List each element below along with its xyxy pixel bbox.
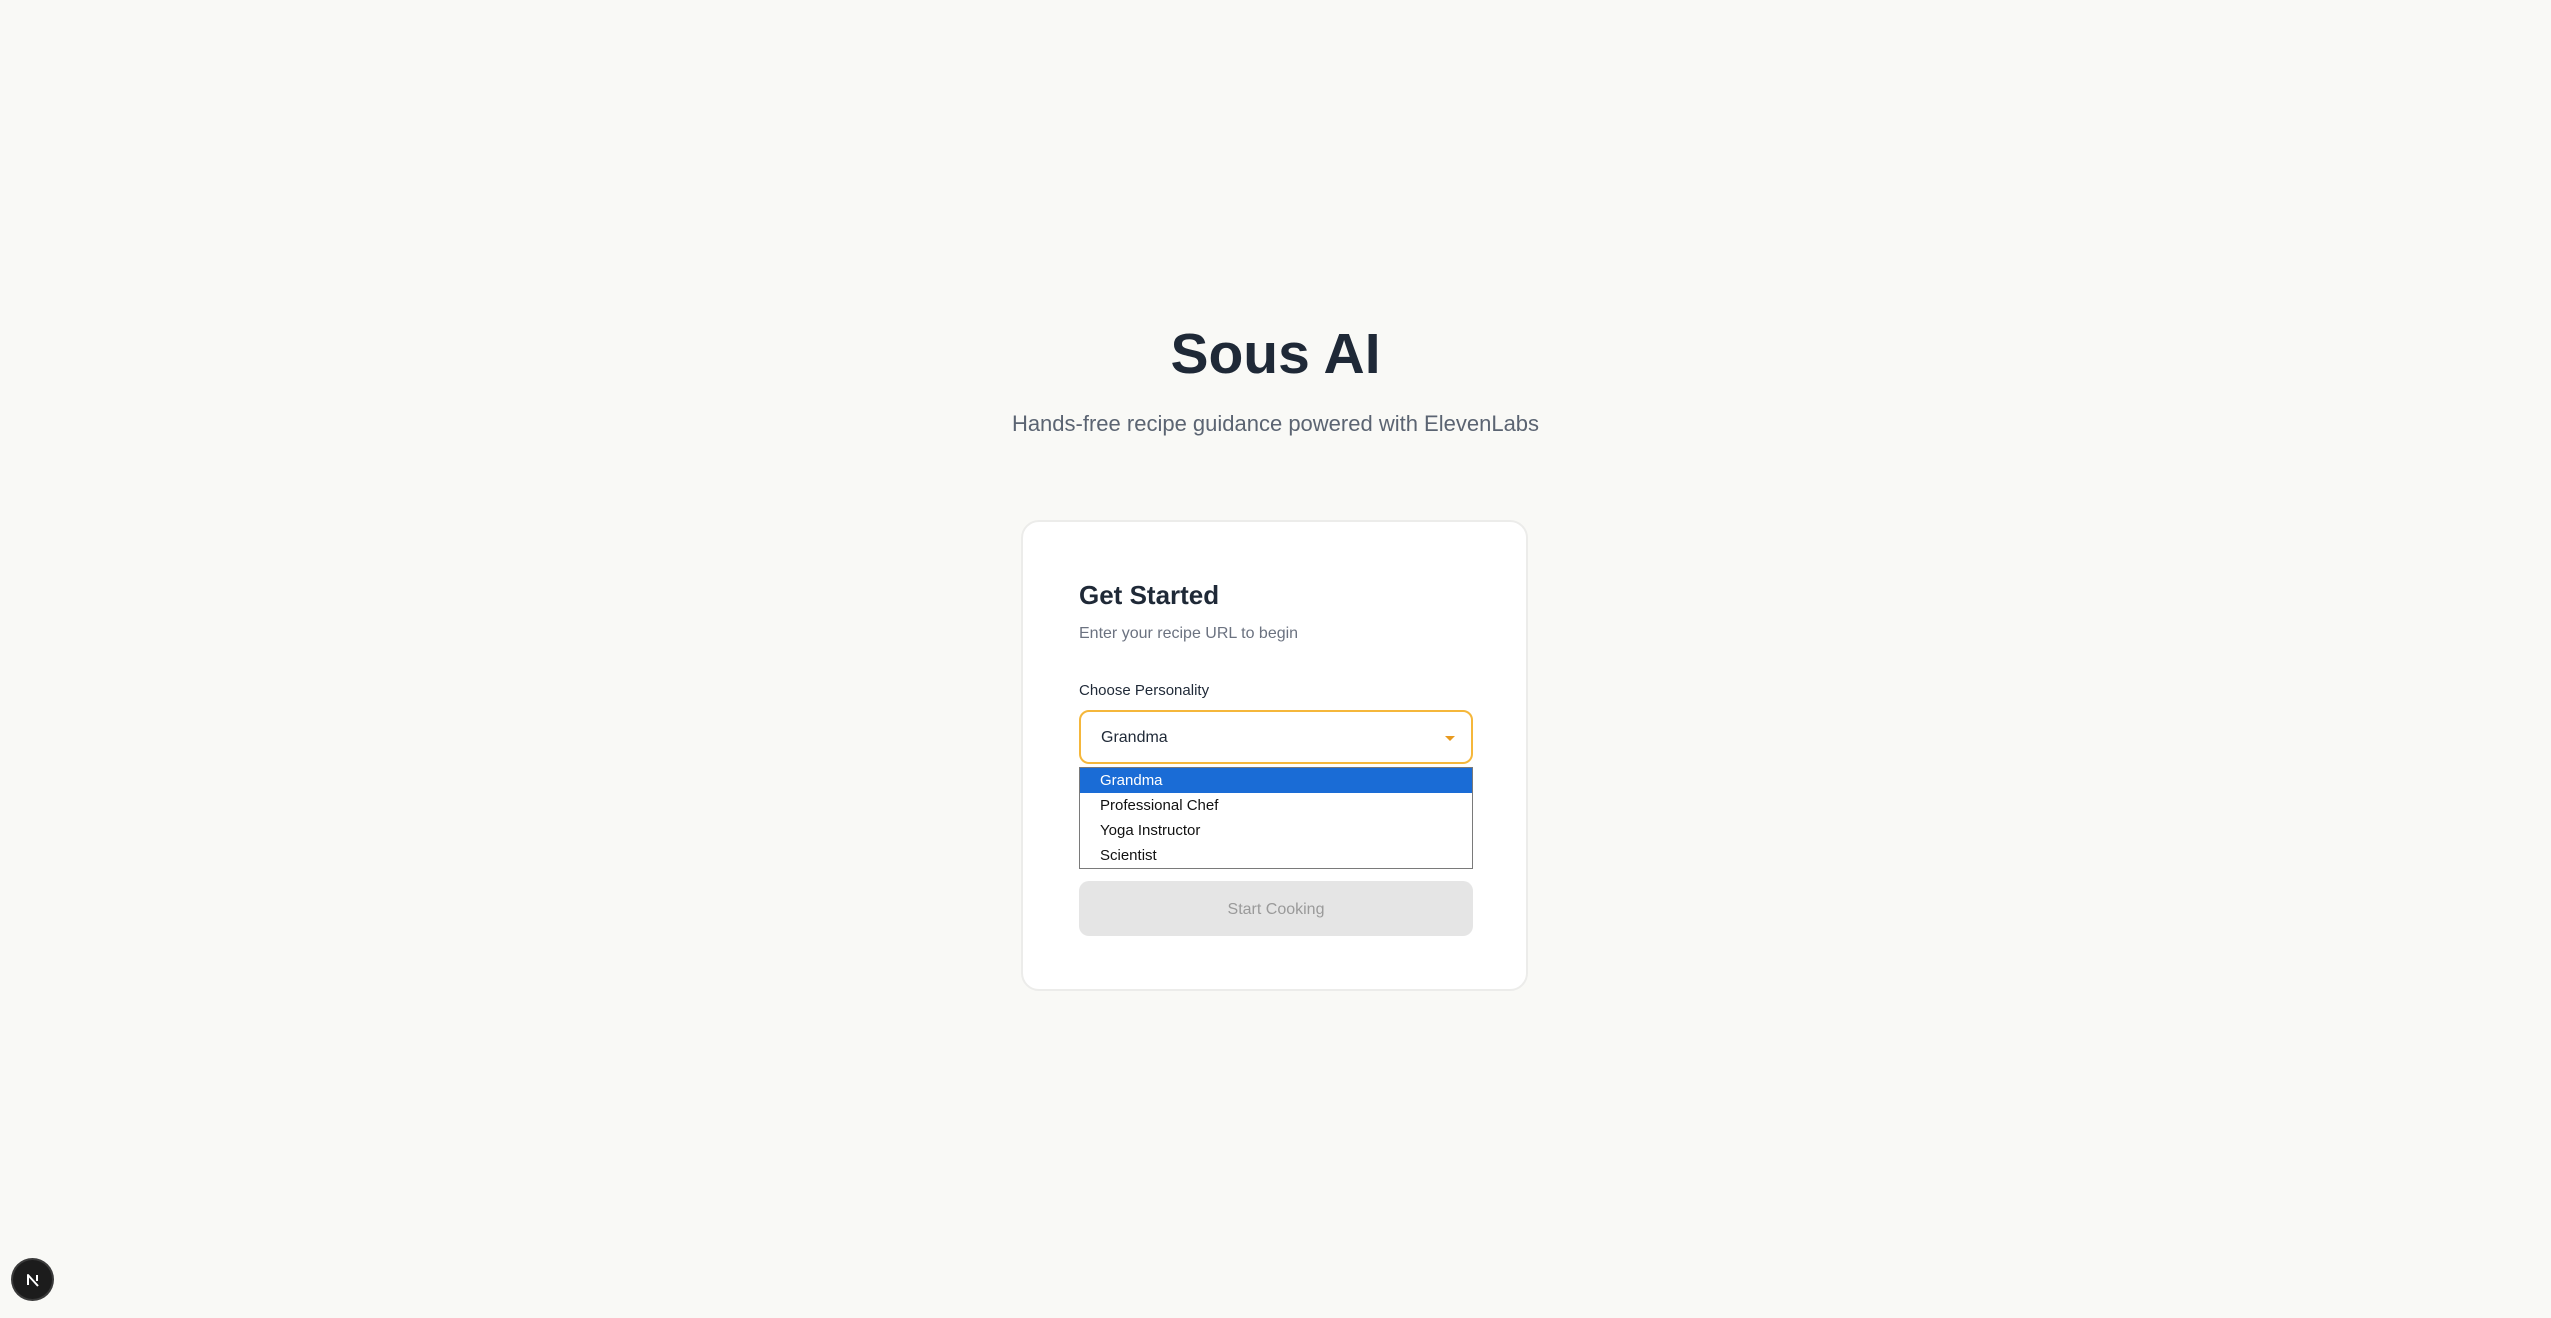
- nextjs-logo-icon[interactable]: [13, 1260, 52, 1299]
- chevron-down-icon: [1445, 736, 1455, 741]
- get-started-card: Get Started Enter your recipe URL to beg…: [1021, 520, 1528, 991]
- personality-label: Choose Personality: [1079, 682, 1210, 699]
- personality-select[interactable]: Grandma: [1079, 710, 1473, 764]
- card-title: Get Started: [1079, 580, 1220, 610]
- option-grandma[interactable]: Grandma: [1080, 768, 1472, 793]
- card-description: Enter your recipe URL to begin: [1079, 625, 1299, 642]
- personality-dropdown: Grandma Professional Chef Yoga Instructo…: [1079, 767, 1473, 869]
- app-title: Sous AI: [1170, 322, 1381, 386]
- start-cooking-button[interactable]: Start Cooking: [1079, 881, 1473, 936]
- page: Sous AI Hands-free recipe guidance power…: [0, 0, 2551, 1318]
- nextjs-logo-icon-svg: [26, 1273, 39, 1287]
- option-professional-chef[interactable]: Professional Chef: [1080, 793, 1472, 818]
- app-subtitle: Hands-free recipe guidance powered with …: [1011, 411, 1540, 436]
- option-scientist[interactable]: Scientist: [1080, 843, 1472, 868]
- option-yoga-instructor[interactable]: Yoga Instructor: [1080, 818, 1472, 843]
- personality-selected-value: Grandma: [1101, 729, 1168, 746]
